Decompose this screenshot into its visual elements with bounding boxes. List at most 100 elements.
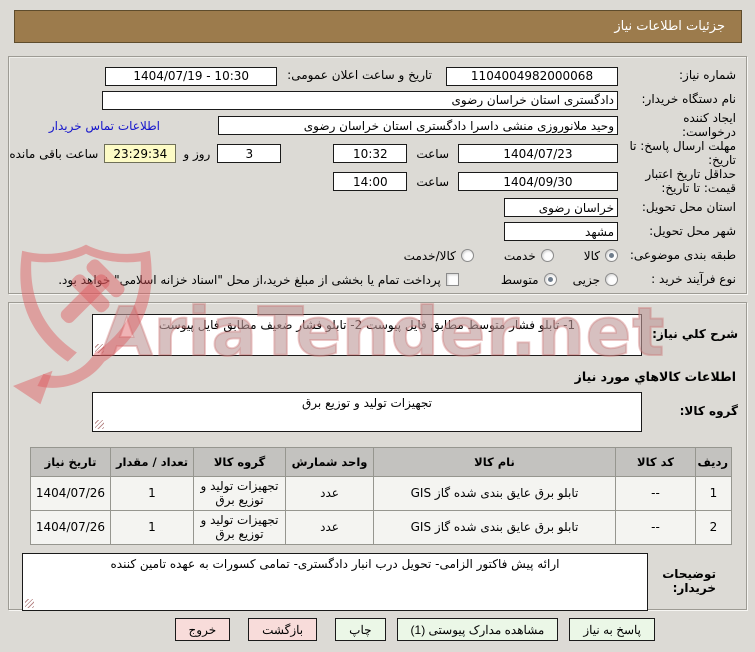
radio-service-icon[interactable] [540,249,554,263]
process-type-label: نوع فرآیند خرید : [651,271,736,286]
treasury-payment-option[interactable]: پرداخت تمام یا بخشی از مبلغ خرید،از محل … [58,273,459,287]
buyer-contact-link[interactable]: اطلاعات تماس خریدار [49,119,160,133]
page-title-text: جزئیات اطلاعات نیاز [614,19,725,34]
radio-goods-service-label: کالا/خدمت [403,248,456,263]
radio-medium-label: متوسط [500,272,539,287]
cell-goods-code: -- [615,509,696,545]
classification-row: طبقه بندی موضوعی: کالا خدمت کالا/خدمت [9,244,746,268]
remaining-hours-label: ساعت باقی مانده [9,146,99,161]
cell-count-unit: عدد [285,509,374,545]
print-button[interactable]: چاپ [335,618,386,641]
deadline-row: مهلت ارسال پاسخ: تا تاریخ: 1404/07/23 سا… [9,138,746,168]
goods-group-row: گروه کالا: تجهیزات تولید و توزیع برق [9,392,746,432]
validity-hour-label: ساعت [416,174,449,189]
view-attachments-button[interactable]: مشاهده مدارک پیوستی (1) [396,618,559,641]
cell-goods-name: تابلو برق عایق بندی شده گاز GIS [373,476,616,511]
need-number-row: شماره نیاز: 1104004982000068 تاریخ و ساع… [9,64,746,88]
need-desc-textarea[interactable]: 1- تابلو فشار متوسط مطابق فایل پیوست 2- … [92,314,642,356]
creator-field[interactable]: وحید ملانوروزی منشی داسرا دادگستری استان… [218,116,618,136]
need-desc-text: 1- تابلو فشار متوسط مطابق فایل پیوست 2- … [158,318,576,332]
table-row: 2 -- تابلو برق عایق بندی شده گاز GIS عدد… [30,509,732,545]
col-goods-group: گروه کالا [193,447,286,477]
buyer-notes-text: ارائه پیش فاکتور الزامی- تحویل درب انبار… [110,556,560,571]
process-type-row: نوع فرآیند خرید : جزیی متوسط پرداخت تمام… [9,268,746,292]
cell-need-date: 1404/07/26 [30,476,111,511]
city-label: شهر محل تحویل: [649,223,736,238]
resize-grip-icon[interactable] [95,344,104,353]
deadline-label: مهلت ارسال پاسخ: تا تاریخ: [629,138,736,167]
exit-button[interactable]: خروج [174,618,231,641]
goods-table-header-row: ردیف کد کالا نام کالا واحد شمارش گروه کا… [30,447,732,477]
radio-goods-service-icon[interactable] [460,249,474,263]
process-option-minor[interactable]: جزیی [573,273,618,287]
cell-goods-group: تجهیزات تولید و توزیع برق [193,476,286,511]
buyer-org-field[interactable]: دادگستری استان خراسان رضوی [102,90,618,110]
goods-group-text: تجهیزات تولید و توزیع برق [302,396,432,410]
validity-date-field[interactable]: 1404/09/30 [458,172,618,192]
radio-medium-icon[interactable] [543,273,557,287]
col-goods-code: کد کالا [615,447,696,477]
classification-option-goods-service[interactable]: کالا/خدمت [404,249,474,263]
col-quantity: تعداد / مقدار [110,447,194,477]
back-button[interactable]: بازگشت [248,618,318,641]
announce-datetime-field[interactable]: 1404/07/19 - 10:30 [105,66,278,86]
cell-quantity: 1 [110,476,194,511]
cell-goods-group: تجهیزات تولید و توزیع برق [193,509,286,545]
items-section-header: اطلاعات کالاهاي مورد نیاز [574,369,736,384]
buyer-notes-textarea[interactable]: ارائه پیش فاکتور الزامی- تحویل درب انبار… [22,552,648,611]
radio-service-label: خدمت [503,248,536,263]
deadline-time-field[interactable]: 10:32 [333,144,408,164]
need-desc-row: شرح کلي نیاز: 1- تابلو فشار متوسط مطابق … [9,314,746,356]
respond-button[interactable]: پاسخ به نیاز [569,618,655,641]
need-info-groupbox: شماره نیاز: 1104004982000068 تاریخ و ساع… [8,56,747,294]
countdown-timer: 23:29:34 [104,144,177,164]
col-row-index: ردیف [695,447,732,477]
province-row: استان محل تحویل: خراسان رضوی [9,196,746,220]
buyer-notes-label: توضیحات خریدار: [662,566,716,595]
province-field[interactable]: خراسان رضوی [504,198,618,218]
page-title: جزئیات اطلاعات نیاز [14,10,742,43]
col-count-unit: واحد شمارش [285,447,374,477]
radio-goods-icon[interactable] [605,249,618,263]
need-number-label: شماره نیاز: [679,68,736,83]
treasury-checkbox-icon[interactable] [445,273,459,287]
cell-row-index: 1 [695,476,732,511]
buyer-notes-row: توضیحات خریدار: ارائه پیش فاکتور الزامی-… [9,552,746,611]
cell-row-index: 2 [695,509,732,545]
action-buttons: پاسخ به نیاز مشاهده مدارک پیوستی (1) چاپ… [174,618,655,641]
announce-label: تاریخ و ساعت اعلان عمومی: [287,68,432,83]
process-option-medium[interactable]: متوسط [501,273,557,287]
remaining-days-field: 3 [217,144,282,164]
classification-option-goods[interactable]: کالا [584,249,618,263]
goods-table: ردیف کد کالا نام کالا واحد شمارش گروه کا… [30,447,732,545]
cell-count-unit: عدد [285,476,374,511]
remaining-days-label: روز و [183,146,211,161]
city-row: شهر محل تحویل: مشهد [9,220,746,244]
classification-option-service[interactable]: خدمت [504,249,554,263]
cell-need-date: 1404/07/26 [30,509,111,545]
validity-label: حداقل تاریخ اعتبار قیمت: تا تاریخ: [645,166,736,195]
goods-group-textarea[interactable]: تجهیزات تولید و توزیع برق [92,392,642,432]
need-desc-label: شرح کلي نیاز: [652,327,738,342]
col-need-date: تاریخ نیاز [30,447,111,477]
resize-grip-icon[interactable] [25,598,34,608]
validity-time-field[interactable]: 14:00 [333,172,408,192]
resize-grip-icon[interactable] [95,420,104,429]
tender-detail-page: جزئیات اطلاعات نیاز شماره نیاز: 11040049… [0,0,755,652]
price-validity-row: حداقل تاریخ اعتبار قیمت: تا تاریخ: 1404/… [9,166,746,196]
radio-minor-icon[interactable] [605,273,618,287]
goods-group-label: گروه کالا: [679,404,738,419]
province-label: استان محل تحویل: [641,199,736,214]
creator-row: ایجاد کننده درخواست: وحید ملانوروزی منشی… [9,111,746,140]
need-number-field[interactable]: 1104004982000068 [446,66,618,86]
city-field[interactable]: مشهد [504,222,618,242]
col-goods-name: نام کالا [373,447,616,477]
deadline-date-field[interactable]: 1404/07/23 [458,144,618,164]
treasury-checkbox-label: پرداخت تمام یا بخشی از مبلغ خرید،از محل … [58,272,441,287]
radio-minor-label: جزیی [572,272,600,287]
deadline-hour-label: ساعت [416,146,449,161]
radio-goods-label: کالا [583,248,600,263]
buyer-org-row: نام دستگاه خریدار: دادگستری استان خراسان… [9,88,746,112]
buyer-org-label: نام دستگاه خریدار: [641,92,737,107]
creator-label: ایجاد کننده درخواست: [682,111,736,139]
